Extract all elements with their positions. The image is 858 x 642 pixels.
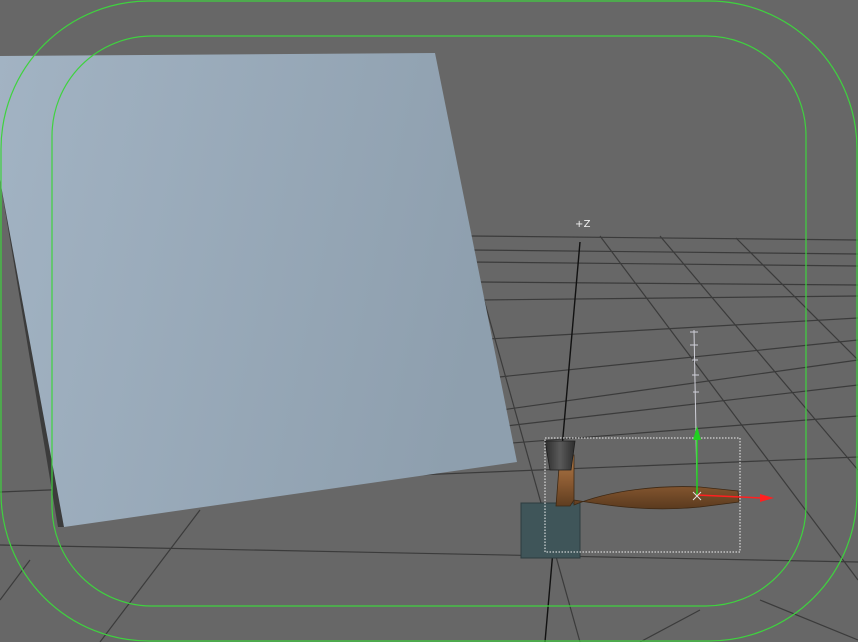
3d-viewport[interactable]: +Z <box>0 0 858 642</box>
hammer-object <box>544 440 740 510</box>
axis-label-z: +Z <box>575 219 591 230</box>
viewport-scene[interactable] <box>0 0 858 642</box>
box-object <box>520 502 581 559</box>
wall-plane <box>0 53 517 527</box>
